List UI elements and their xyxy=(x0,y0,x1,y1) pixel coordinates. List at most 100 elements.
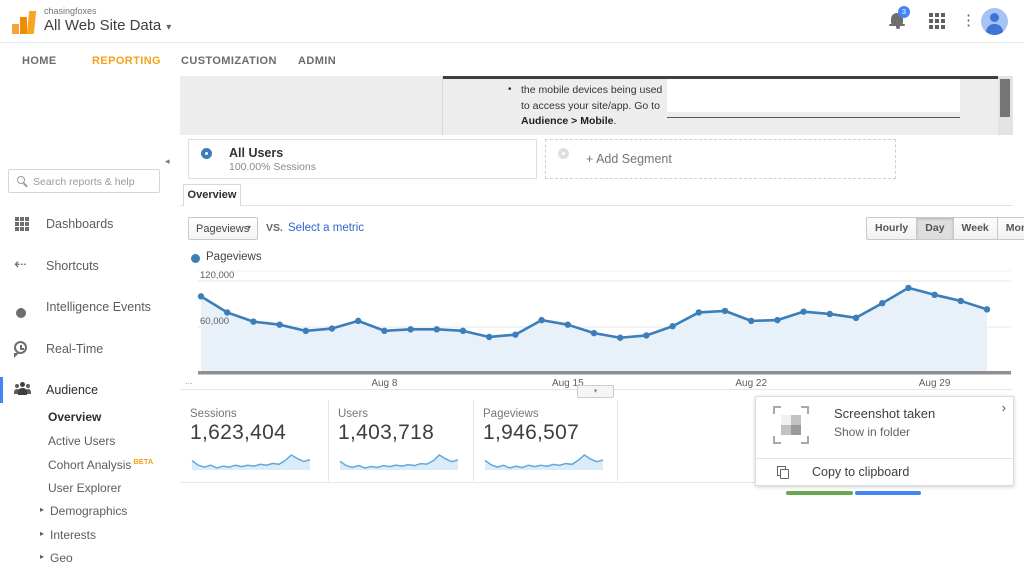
sidebar-subitem-label: Interests xyxy=(50,528,96,542)
sidebar-subitem-active-users[interactable]: Active Users xyxy=(0,434,180,452)
segment-title: All Users xyxy=(229,146,283,160)
stat-card-pageviews[interactable]: Pageviews 1,946,507 xyxy=(483,404,613,480)
granularity-hourly[interactable]: Hourly xyxy=(866,217,917,240)
sidebar-subitem-user-explorer[interactable]: User Explorer xyxy=(0,481,180,499)
info-text-normal: the mobile devices being used to access … xyxy=(521,84,662,112)
segment-all-users[interactable]: All Users 100.00% Sessions xyxy=(188,139,537,179)
sidebar-item-label: Dashboards xyxy=(46,217,113,231)
main-nav: HOME REPORTING CUSTOMIZATION ADMIN xyxy=(0,43,1024,76)
input-underline xyxy=(667,117,960,118)
screenshot-notification[interactable]: › Screenshot taken Show in folder Copy t… xyxy=(755,396,1014,486)
notification-title: Screenshot taken xyxy=(834,406,935,421)
info-text-bold: Audience > Mobile xyxy=(521,115,613,127)
tab-reporting[interactable]: REPORTING xyxy=(92,55,161,67)
copy-to-clipboard-button[interactable]: Copy to clipboard xyxy=(756,459,1013,486)
sidebar-item-audience[interactable]: Audience xyxy=(0,381,180,401)
svg-text:Aug 8: Aug 8 xyxy=(371,378,398,389)
show-in-folder-link[interactable]: Show in folder xyxy=(834,425,910,439)
panel-scrollbar-thumb[interactable] xyxy=(1000,79,1010,117)
sidebar-subitem-overview[interactable]: Overview xyxy=(0,410,180,428)
info-panel-left-pane xyxy=(180,76,443,135)
screenshot-thumbnail-icon xyxy=(773,406,809,444)
sidebar-item-real-time[interactable]: Real-Time xyxy=(0,340,180,360)
copy-icon xyxy=(777,466,789,479)
sidebar-subitem-label: User Explorer xyxy=(48,481,121,495)
dashboards-grid-icon xyxy=(14,216,32,232)
sidebar-item-label: Audience xyxy=(46,383,98,397)
sidebar-item-intelligence-events[interactable]: Intelligence Events xyxy=(0,298,180,318)
tab-overview[interactable]: Overview xyxy=(183,184,241,206)
bullet-icon: • xyxy=(508,84,512,95)
stat-label: Pageviews xyxy=(483,408,539,420)
stat-value: 1,946,507 xyxy=(483,421,579,445)
metric-dropdown[interactable]: Pageviews ▾ xyxy=(188,217,258,240)
svg-text:...: ... xyxy=(185,376,193,386)
granularity-buttons: HourlyDayWeekMonth xyxy=(866,217,1024,240)
view-title-text: All Web Site Data xyxy=(44,17,161,34)
property-selector[interactable]: All Web Site Data ▾ xyxy=(44,17,171,34)
sidebar-item-dashboards[interactable]: Dashboards xyxy=(0,215,180,235)
metric-dropdown-value: Pageviews xyxy=(196,223,249,235)
sessions-sparkline xyxy=(190,449,312,473)
expand-triangle-icon: ▸ xyxy=(40,529,44,538)
stat-divider xyxy=(617,400,618,481)
info-panel: • the mobile devices being used to acces… xyxy=(180,76,1013,135)
active-item-indicator xyxy=(0,377,3,403)
avatar[interactable] xyxy=(981,8,1008,35)
granularity-week[interactable]: Week xyxy=(954,217,998,240)
sidebar-subitem-label: Geo xyxy=(50,551,73,565)
pageviews-sparkline xyxy=(483,449,605,473)
chart-collapse-button[interactable]: ▾ xyxy=(577,385,614,398)
beta-badge: BETA xyxy=(133,457,153,466)
account-name: chasingfoxes xyxy=(44,6,97,16)
vs-label: VS. xyxy=(266,222,283,234)
granularity-day[interactable]: Day xyxy=(917,217,953,240)
stat-label: Users xyxy=(338,408,368,420)
sidebar-subitem-label: Overview xyxy=(48,410,101,424)
panel-scrollbar-track xyxy=(998,76,1013,135)
select-metric-link[interactable]: Select a metric xyxy=(288,222,364,234)
svg-text:Aug 22: Aug 22 xyxy=(735,378,767,389)
stat-divider xyxy=(328,400,329,481)
sidebar-subitem-demographics[interactable]: ▸ Demographics xyxy=(0,504,180,522)
tabbar-divider xyxy=(180,205,1013,206)
apps-grid-icon[interactable] xyxy=(929,13,945,29)
notification-count-badge: 3 xyxy=(898,6,910,18)
search-placeholder: Search reports & help xyxy=(33,176,135,188)
sidebar-subitem-interests[interactable]: ▸ Interests xyxy=(0,528,180,546)
chevron-right-icon[interactable]: › xyxy=(1002,400,1006,415)
expand-triangle-icon: ▸ xyxy=(40,505,44,514)
sidebar-subitem-label: Cohort AnalysisBETA xyxy=(48,457,153,472)
tab-home[interactable]: HOME xyxy=(22,55,57,67)
stat-label: Sessions xyxy=(190,408,237,420)
analytics-logo-icon xyxy=(12,10,38,34)
chevron-down-icon: ▾ xyxy=(166,22,171,33)
svg-text:60,000: 60,000 xyxy=(200,316,229,327)
embedded-input-box[interactable] xyxy=(667,79,960,112)
sidebar-subitem-geo[interactable]: ▸Geo xyxy=(0,551,180,569)
stat-value: 1,403,718 xyxy=(338,421,434,445)
stat-card-users[interactable]: Users 1,403,718 xyxy=(338,404,468,480)
background-blue-bar xyxy=(855,491,921,495)
granularity-month[interactable]: Month xyxy=(998,217,1024,240)
chevron-down-icon: ▾ xyxy=(247,223,251,232)
intelligence-balloon-icon xyxy=(14,299,32,315)
sidebar-subitem-label: Demographics xyxy=(50,504,127,518)
search-input[interactable]: Search reports & help xyxy=(8,169,160,193)
tab-customization[interactable]: CUSTOMIZATION xyxy=(181,55,277,67)
kebab-menu-icon[interactable]: ⋮ xyxy=(961,12,976,30)
add-segment-donut-icon xyxy=(558,148,569,159)
sidebar-subitem-cohort-analysis[interactable]: Cohort AnalysisBETA xyxy=(0,457,180,475)
add-segment-button[interactable]: + Add Segment xyxy=(545,139,896,179)
stat-card-sessions[interactable]: Sessions 1,623,404 xyxy=(190,404,320,480)
sidebar-item-shortcuts[interactable]: ⇠ Shortcuts xyxy=(0,257,180,277)
segment-subtitle: 100.00% Sessions xyxy=(229,161,316,173)
info-bullet-text: the mobile devices being used to access … xyxy=(521,83,673,130)
svg-text:Aug 29: Aug 29 xyxy=(919,378,951,389)
shortcuts-arrow-icon: ⇠ xyxy=(14,258,32,274)
pageviews-chart[interactable]: 60,000120,000Aug 8Aug 15Aug 22Aug 29... xyxy=(183,268,1013,398)
tab-admin[interactable]: ADMIN xyxy=(298,55,336,67)
sidebar-subitem-label: Active Users xyxy=(48,434,115,448)
sidebar: ◂ Search reports & help Dashboards ⇠ Sho… xyxy=(0,76,180,497)
sidebar-collapse-arrow[interactable]: ◂ xyxy=(165,156,170,167)
